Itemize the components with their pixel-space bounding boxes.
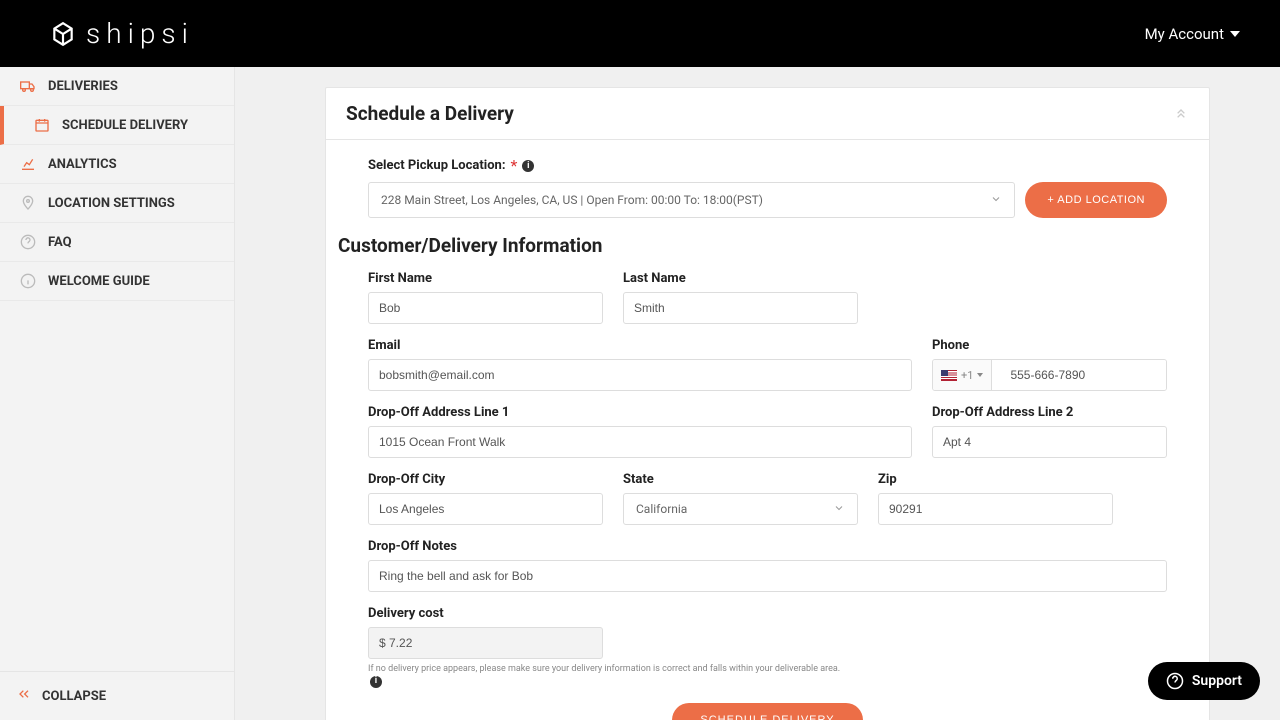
sidebar-item-faq[interactable]: FAQ — [0, 223, 234, 262]
address-line-2-input[interactable] — [932, 426, 1167, 458]
pickup-location-select[interactable]: 228 Main Street, Los Angeles, CA, US | O… — [368, 182, 1015, 218]
sidebar-item-schedule-delivery[interactable]: SCHEDULE DELIVERY — [0, 106, 234, 145]
required-asterisk: * — [510, 156, 517, 175]
sidebar-item-deliveries[interactable]: DELIVERIES — [0, 67, 234, 106]
chart-icon — [20, 156, 36, 172]
first-name-input[interactable] — [368, 292, 603, 324]
sidebar-item-label: FAQ — [48, 235, 72, 250]
address-line-1-input[interactable] — [368, 426, 912, 458]
support-label: Support — [1192, 673, 1242, 689]
pickup-location-label: Select Pickup Location: — [368, 158, 505, 173]
cost-disclaimer: If no delivery price appears, please mak… — [368, 663, 848, 689]
addr1-label: Drop-Off Address Line 1 — [368, 405, 912, 420]
city-label: Drop-Off City — [368, 472, 603, 487]
collapse-label: COLLAPSE — [42, 689, 106, 704]
brand-logo: shipsi — [50, 17, 194, 50]
state-value: California — [636, 502, 687, 516]
sidebar-item-label: WELCOME GUIDE — [48, 274, 150, 289]
account-dropdown[interactable]: My Account — [1145, 25, 1240, 43]
caret-down-icon — [977, 373, 983, 377]
shipsi-logo-icon — [50, 21, 76, 47]
delivery-cost-value — [368, 627, 603, 659]
email-input[interactable] — [368, 359, 912, 391]
sidebar: DELIVERIES SCHEDULE DELIVERY ANALYTICS L… — [0, 67, 235, 720]
support-button[interactable]: Support — [1148, 662, 1260, 700]
app-header: shipsi My Account — [0, 0, 1280, 67]
brand-text: shipsi — [86, 17, 194, 50]
question-icon — [20, 234, 36, 250]
notes-input[interactable] — [368, 560, 1167, 592]
chevrons-up-icon[interactable] — [1173, 104, 1189, 124]
sidebar-item-welcome-guide[interactable]: WELCOME GUIDE — [0, 262, 234, 301]
email-label: Email — [368, 338, 912, 353]
cost-label: Delivery cost — [368, 606, 603, 621]
chevrons-left-icon — [16, 686, 32, 706]
truck-icon — [20, 78, 36, 94]
last-name-input[interactable] — [623, 292, 858, 324]
add-location-button[interactable]: + ADD LOCATION — [1025, 182, 1167, 218]
main-content: Schedule a Delivery Select Pickup Locati… — [235, 67, 1280, 720]
sidebar-item-analytics[interactable]: ANALYTICS — [0, 145, 234, 184]
schedule-card: Schedule a Delivery Select Pickup Locati… — [325, 87, 1210, 720]
account-label: My Account — [1145, 25, 1224, 43]
zip-label: Zip — [878, 472, 1113, 487]
first-name-label: First Name — [368, 271, 603, 286]
sidebar-item-label: DELIVERIES — [48, 79, 118, 94]
schedule-delivery-button[interactable]: SCHEDULE DELIVERY — [672, 703, 862, 720]
pin-icon — [20, 195, 36, 211]
state-select[interactable]: California — [623, 493, 858, 525]
last-name-label: Last Name — [623, 271, 858, 286]
city-input[interactable] — [368, 493, 603, 525]
card-header: Schedule a Delivery — [326, 88, 1209, 140]
addr2-label: Drop-Off Address Line 2 — [932, 405, 1167, 420]
info-tooltip-icon[interactable]: i — [522, 160, 534, 172]
phone-country-prefix[interactable]: +1 — [933, 360, 992, 390]
chevron-down-icon — [990, 193, 1002, 208]
chevron-down-icon — [833, 502, 845, 517]
card-title: Schedule a Delivery — [346, 102, 514, 125]
sidebar-item-location-settings[interactable]: LOCATION SETTINGS — [0, 184, 234, 223]
zip-input[interactable] — [878, 493, 1113, 525]
us-flag-icon — [941, 370, 957, 381]
state-label: State — [623, 472, 858, 487]
customer-section-title: Customer/Delivery Information — [338, 234, 1167, 257]
info-icon — [20, 273, 36, 289]
info-tooltip-icon[interactable]: i — [370, 676, 382, 688]
notes-label: Drop-Off Notes — [368, 539, 1167, 554]
calendar-icon — [34, 117, 50, 133]
phone-field[interactable]: +1 — [932, 359, 1167, 391]
sidebar-item-label: ANALYTICS — [48, 157, 117, 172]
phone-prefix-text: +1 — [961, 369, 973, 382]
pickup-location-value: 228 Main Street, Los Angeles, CA, US | O… — [381, 193, 763, 207]
caret-down-icon — [1230, 31, 1240, 37]
help-icon — [1166, 672, 1184, 690]
phone-input[interactable] — [992, 360, 1167, 390]
sidebar-item-label: SCHEDULE DELIVERY — [62, 118, 188, 133]
sidebar-item-label: LOCATION SETTINGS — [48, 196, 175, 211]
collapse-sidebar-button[interactable]: COLLAPSE — [0, 671, 234, 720]
phone-label: Phone — [932, 338, 1167, 353]
